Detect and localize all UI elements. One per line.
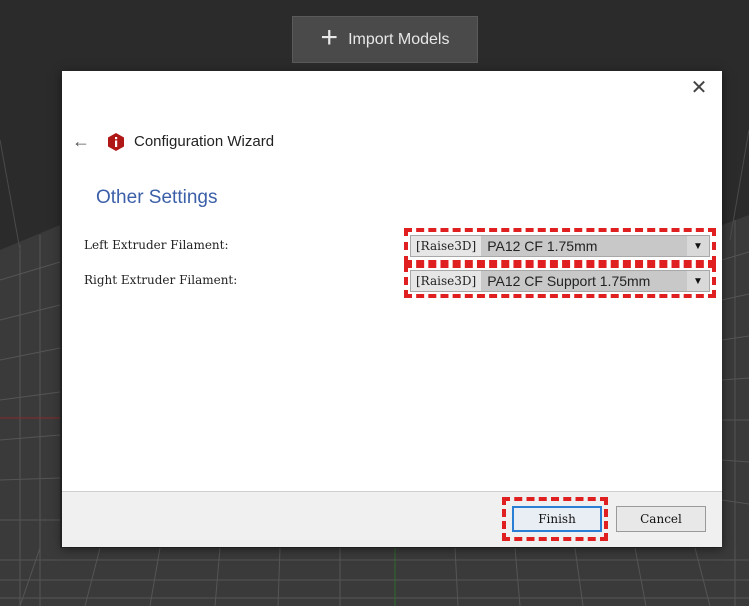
cancel-button[interactable]: Cancel: [616, 506, 706, 532]
filament-material: PA12 CF Support 1.75mm: [481, 271, 687, 291]
left-extruder-filament-select[interactable]: [Raise3D] PA12 CF 1.75mm ▼: [410, 235, 710, 257]
left-extruder-label: Left Extruder Filament:: [84, 238, 229, 252]
plus-icon: +: [320, 21, 339, 54]
dialog-title: Configuration Wizard: [134, 133, 275, 150]
filament-brand: [Raise3D]: [411, 236, 482, 256]
configuration-wizard-dialog: ✕ ← Configuration Wizard Other Settings …: [62, 71, 722, 547]
section-title: Other Settings: [96, 187, 218, 208]
right-extruder-filament-select[interactable]: [Raise3D] PA12 CF Support 1.75mm ▼: [410, 270, 710, 292]
close-icon[interactable]: ✕: [688, 77, 710, 99]
import-models-label: Import Models: [348, 30, 450, 48]
back-arrow-icon[interactable]: ←: [72, 131, 98, 152]
chevron-down-icon: ▼: [687, 271, 709, 291]
dialog-footer: Finish Cancel: [62, 491, 722, 547]
filament-brand: [Raise3D]: [411, 271, 482, 291]
right-extruder-label: Right Extruder Filament:: [84, 273, 238, 287]
import-models-button[interactable]: + Import Models: [292, 16, 478, 63]
dialog-header: ← Configuration Wizard: [72, 131, 274, 152]
raise3d-logo-icon: [108, 132, 124, 151]
chevron-down-icon: ▼: [687, 236, 709, 256]
filament-material: PA12 CF 1.75mm: [481, 236, 687, 256]
finish-button[interactable]: Finish: [512, 506, 602, 532]
